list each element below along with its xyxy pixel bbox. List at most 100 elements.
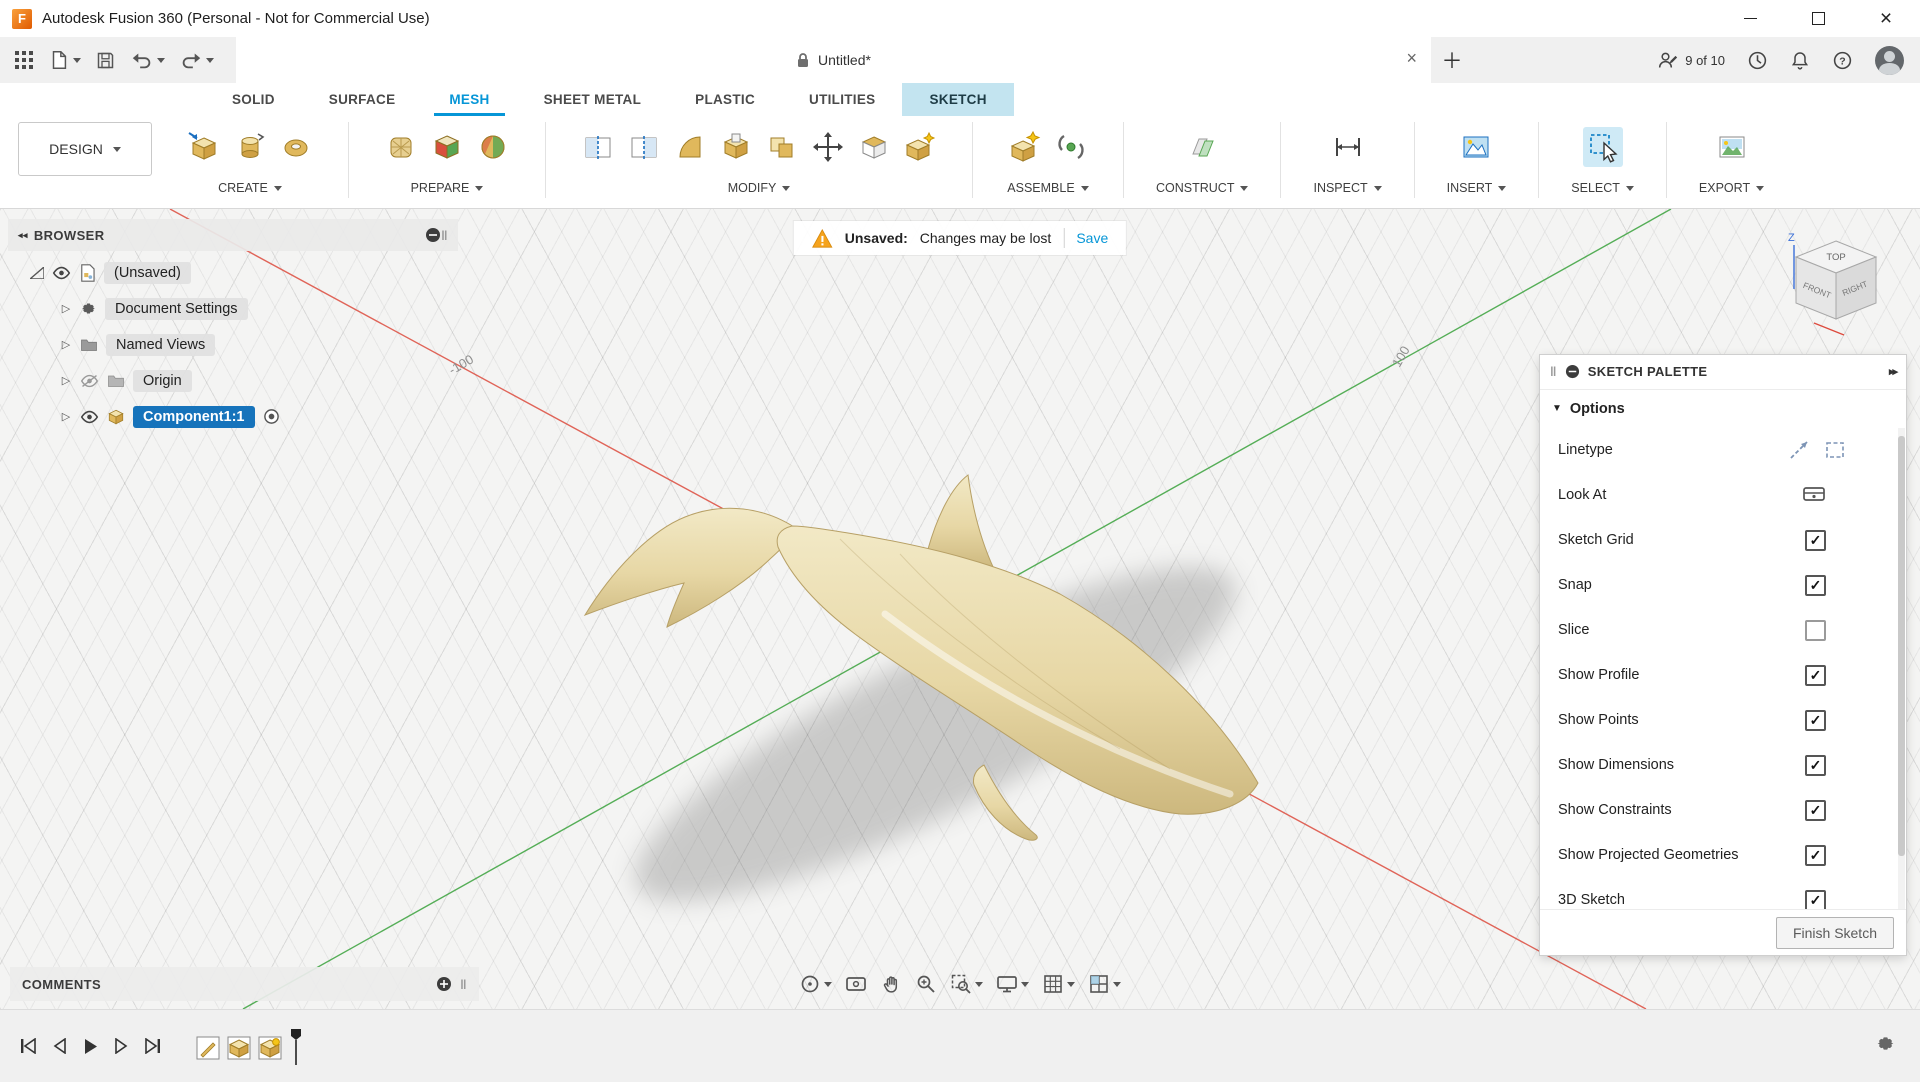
browser-collapse-icon[interactable] bbox=[425, 227, 441, 243]
group-assemble-label[interactable]: ASSEMBLE bbox=[1007, 181, 1088, 195]
group-prepare-label[interactable]: PREPARE bbox=[411, 181, 484, 195]
tree-row-named-views[interactable]: ▷ Named Views bbox=[8, 327, 458, 362]
remesh-button[interactable] bbox=[381, 127, 421, 167]
close-button[interactable]: × bbox=[1852, 0, 1920, 37]
show-projected-geometries-checkbox[interactable] bbox=[1805, 845, 1826, 866]
tab-surface[interactable]: SURFACE bbox=[302, 83, 423, 116]
orbit-button[interactable] bbox=[799, 973, 832, 995]
viewports-button[interactable] bbox=[1088, 973, 1121, 995]
insert-canvas-button[interactable] bbox=[1456, 127, 1496, 167]
tree-label-named-views[interactable]: Named Views bbox=[106, 334, 215, 356]
show-constraints-checkbox[interactable] bbox=[1805, 800, 1826, 821]
recent-activity-button[interactable] bbox=[1747, 50, 1768, 71]
visibility-eye-icon[interactable] bbox=[80, 410, 99, 424]
look-at-view-button[interactable] bbox=[845, 973, 867, 995]
joint-button[interactable] bbox=[1051, 127, 1091, 167]
reduce-mesh-button[interactable] bbox=[473, 127, 513, 167]
timeline-sketch-feature[interactable] bbox=[195, 1035, 221, 1066]
show-dimensions-checkbox[interactable] bbox=[1805, 755, 1826, 776]
pan-button[interactable] bbox=[880, 973, 902, 995]
timeline-mesh-feature[interactable] bbox=[226, 1035, 252, 1066]
slice-checkbox[interactable] bbox=[1805, 620, 1826, 641]
export-image-button[interactable] bbox=[1712, 127, 1752, 167]
move-copy-button[interactable] bbox=[808, 127, 848, 167]
skip-to-start-button[interactable] bbox=[20, 1038, 37, 1054]
expand-chevron-icon[interactable]: ▷ bbox=[60, 302, 72, 315]
step-forward-button[interactable] bbox=[114, 1038, 128, 1054]
combine-bodies-button[interactable] bbox=[762, 127, 802, 167]
palette-scrollbar-thumb[interactable] bbox=[1898, 436, 1905, 856]
timeline-position-marker[interactable] bbox=[290, 1028, 302, 1066]
tree-label-component[interactable]: Component1:1 bbox=[133, 406, 255, 428]
palette-grip[interactable]: ‖ bbox=[1550, 364, 1557, 379]
group-inspect-label[interactable]: INSPECT bbox=[1313, 181, 1381, 195]
viewport-canvas[interactable]: -100 100 Z TOP FRONT RIGHT ◂◂ BROWSER ‖ … bbox=[0, 209, 1920, 1009]
group-select-label[interactable]: SELECT bbox=[1571, 181, 1634, 195]
canvas-arrow-icon[interactable] bbox=[30, 267, 44, 279]
collapse-panel-icon[interactable]: ◂◂ bbox=[18, 230, 28, 241]
show-profile-checkbox[interactable] bbox=[1805, 665, 1826, 686]
tab-mesh[interactable]: MESH bbox=[422, 83, 516, 116]
visibility-off-eye-icon[interactable] bbox=[80, 374, 99, 388]
user-avatar[interactable] bbox=[1875, 46, 1904, 75]
timeline-body-feature[interactable] bbox=[257, 1035, 283, 1066]
activate-component-radio[interactable] bbox=[263, 408, 280, 425]
app-grid-icon[interactable] bbox=[14, 50, 34, 70]
face-groups-button[interactable] bbox=[427, 127, 467, 167]
step-back-button[interactable] bbox=[53, 1038, 67, 1054]
palette-collapse-icon[interactable] bbox=[1565, 364, 1580, 379]
grid-settings-button[interactable] bbox=[1042, 973, 1075, 995]
insert-mesh-button[interactable] bbox=[184, 127, 224, 167]
workspace-selector[interactable]: DESIGN bbox=[18, 122, 152, 176]
timeline-settings-gear-icon[interactable] bbox=[1875, 1033, 1896, 1060]
tree-row-origin[interactable]: ▷ Origin bbox=[8, 363, 458, 398]
tree-row-document-settings[interactable]: ▷ Document Settings bbox=[8, 291, 458, 326]
mesh-primitive-button[interactable] bbox=[230, 127, 270, 167]
centerline-icon[interactable] bbox=[1824, 439, 1846, 461]
skip-to-end-button[interactable] bbox=[144, 1038, 161, 1054]
snap-checkbox[interactable] bbox=[1805, 575, 1826, 596]
tree-label-document[interactable]: (Unsaved) bbox=[104, 262, 191, 284]
save-button[interactable] bbox=[95, 50, 116, 71]
visibility-eye-icon[interactable] bbox=[52, 266, 71, 280]
group-construct-label[interactable]: CONSTRUCT bbox=[1156, 181, 1248, 195]
group-insert-label[interactable]: INSERT bbox=[1447, 181, 1507, 195]
tree-row-component[interactable]: ▷ Component1:1 bbox=[8, 399, 458, 434]
zoom-window-button[interactable] bbox=[950, 973, 983, 995]
zoom-button[interactable] bbox=[915, 973, 937, 995]
tab-sketch[interactable]: SKETCH bbox=[902, 83, 1013, 116]
notifications-button[interactable] bbox=[1790, 50, 1810, 71]
tree-row-document[interactable]: (Unsaved) bbox=[8, 255, 458, 290]
palette-expand-icon[interactable]: ▸▸ bbox=[1889, 365, 1896, 378]
show-points-checkbox[interactable] bbox=[1805, 710, 1826, 731]
maximize-button[interactable] bbox=[1784, 0, 1852, 37]
mesh-cut-button[interactable] bbox=[716, 127, 756, 167]
convert-mesh-button[interactable] bbox=[900, 127, 940, 167]
plane-cut-button[interactable] bbox=[854, 127, 894, 167]
look-at-icon[interactable] bbox=[1802, 485, 1826, 505]
mesh-section-left-button[interactable] bbox=[578, 127, 618, 167]
palette-scrollbar[interactable] bbox=[1898, 428, 1905, 909]
play-button[interactable] bbox=[83, 1038, 98, 1055]
palette-options-header[interactable]: ▼ Options bbox=[1540, 390, 1906, 428]
expand-chevron-icon[interactable]: ▷ bbox=[60, 338, 72, 351]
select-tool-button[interactable] bbox=[1583, 127, 1623, 167]
mesh-wedge-button[interactable] bbox=[670, 127, 710, 167]
sketch-grid-checkbox[interactable] bbox=[1805, 530, 1826, 551]
mesh-torus-button[interactable] bbox=[276, 127, 316, 167]
file-menu-button[interactable] bbox=[48, 49, 81, 71]
construct-plane-button[interactable] bbox=[1182, 127, 1222, 167]
minimize-button[interactable] bbox=[1716, 0, 1784, 37]
document-tab-close-icon[interactable]: × bbox=[1406, 49, 1417, 67]
tab-utilities[interactable]: UTILITIES bbox=[782, 83, 902, 116]
job-status-button[interactable]: 9 of 10 bbox=[1658, 50, 1725, 70]
redo-button[interactable] bbox=[179, 50, 214, 70]
help-button[interactable]: ? bbox=[1832, 50, 1853, 71]
construction-line-icon[interactable] bbox=[1788, 439, 1810, 461]
browser-grip[interactable]: ‖ bbox=[441, 228, 448, 243]
tab-solid[interactable]: SOLID bbox=[205, 83, 302, 116]
comments-grip[interactable]: ‖ bbox=[460, 977, 467, 992]
save-link[interactable]: Save bbox=[1076, 230, 1108, 246]
tree-label-origin[interactable]: Origin bbox=[133, 370, 192, 392]
group-create-label[interactable]: CREATE bbox=[218, 181, 282, 195]
